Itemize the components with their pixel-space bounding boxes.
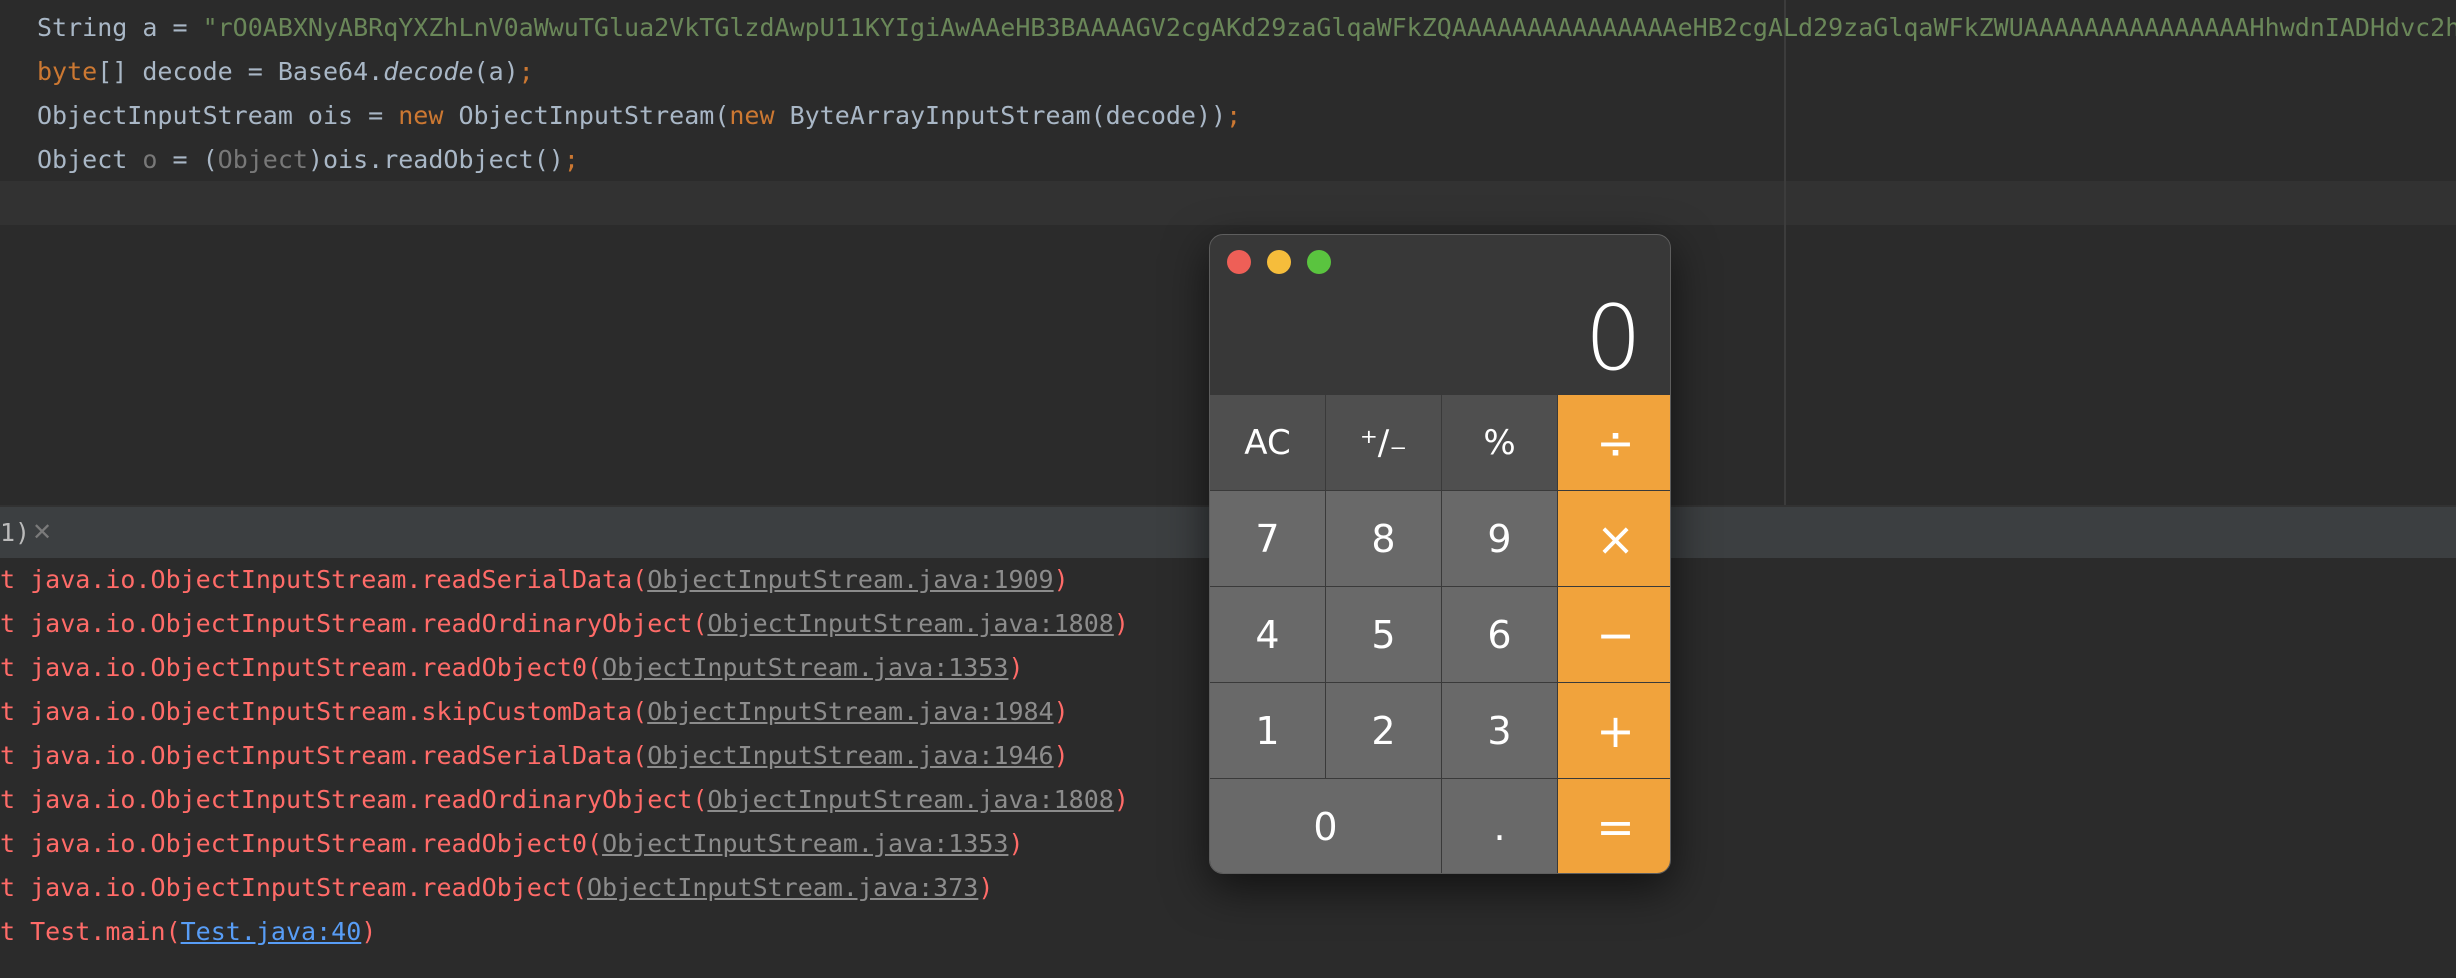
calc-key-0[interactable]: 0 [1210, 779, 1441, 873]
calc-key-ac[interactable]: AC [1210, 395, 1325, 490]
code-token: ByteArrayInputStream(decode)) [774, 101, 1227, 130]
code-token: "rO0ABXNyABRqYXZhLnV0aWwuTGlua2VkTGlzdAw… [202, 13, 2456, 42]
calc-key-5[interactable]: 5 [1326, 587, 1441, 682]
calc-key-8[interactable]: 8 [1326, 491, 1441, 586]
stack-trace-line: t java.io.ObjectInputStream.readObject(O… [0, 866, 993, 910]
stack-trace-line: t java.io.ObjectInputStream.skipCustomDa… [0, 690, 1069, 734]
stack-frame-suffix: ) [1008, 653, 1024, 682]
screen: String a = "rO0ABXNyABRqYXZhLnV0aWwuTGlu… [0, 0, 2456, 978]
stack-trace-line: t java.io.ObjectInputStream.readObject0(… [0, 822, 1024, 866]
calc-key-4[interactable]: 4 [1210, 587, 1325, 682]
source-link[interactable]: ObjectInputStream.java:1984 [647, 697, 1053, 726]
source-link[interactable]: ObjectInputStream.java:1808 [707, 785, 1113, 814]
code-token: String a = [37, 13, 203, 42]
calc-key-subtract[interactable]: − [1558, 587, 1670, 682]
calc-key-divide[interactable]: ÷ [1558, 395, 1670, 490]
code-token: decode [383, 57, 474, 86]
close-window-icon[interactable] [1227, 250, 1251, 274]
code-token: [] decode = Base64. [97, 57, 384, 86]
code-line[interactable]: byte[] decode = Base64.decode(a); [37, 50, 534, 94]
calculator-keypad: AC ⁺∕₋% ÷ 7 8 9 × 4 5 6− 1 2 3 +0. = [1210, 395, 1670, 873]
code-token: Object [217, 145, 308, 174]
stack-trace-line: t java.io.ObjectInputStream.readObject0(… [0, 646, 1024, 690]
stack-trace-line: t java.io.ObjectInputStream.readOrdinary… [0, 778, 1129, 822]
code-token: ObjectInputStream( [443, 101, 730, 130]
stack-frame-text: t Test.main( [0, 917, 181, 946]
calc-key-add[interactable]: + [1558, 683, 1670, 778]
stack-frame-suffix: ) [1053, 565, 1069, 594]
calc-key-percent[interactable]: % [1442, 395, 1557, 490]
source-link[interactable]: ObjectInputStream.java:1808 [707, 609, 1113, 638]
stack-frame-suffix: ) [978, 873, 994, 902]
stack-trace-line: t java.io.ObjectInputStream.readSerialDa… [0, 558, 1069, 602]
calc-key-equals[interactable]: = [1558, 779, 1670, 873]
stack-frame-text: t java.io.ObjectInputStream.readObject0( [0, 653, 603, 682]
stack-frame-suffix: ) [1008, 829, 1024, 858]
code-token: Object [37, 145, 143, 174]
calc-key-sign[interactable]: ⁺∕₋ [1326, 395, 1441, 490]
caret-line-highlight [0, 181, 2456, 225]
code-token: ObjectInputStream ois = [37, 101, 399, 130]
source-link[interactable]: ObjectInputStream.java:1909 [647, 565, 1053, 594]
calculator-window[interactable]: 0 AC ⁺∕₋% ÷ 7 8 9 × 4 5 6− 1 2 3 +0. = [1209, 234, 1671, 874]
calc-key-3[interactable]: 3 [1442, 683, 1557, 778]
stack-frame-suffix: ) [1053, 697, 1069, 726]
right-margin-guide [1784, 0, 1786, 505]
code-token: )ois.readObject() [307, 145, 564, 174]
calc-key-6[interactable]: 6 [1442, 587, 1557, 682]
stack-frame-suffix: ) [1113, 785, 1129, 814]
code-token: = ( [157, 145, 218, 174]
calc-key-2[interactable]: 2 [1326, 683, 1441, 778]
stack-frame-suffix: ) [1053, 741, 1069, 770]
minimize-window-icon[interactable] [1267, 250, 1291, 274]
stack-frame-text: t java.io.ObjectInputStream.readSerialDa… [0, 565, 648, 594]
code-token: ; [563, 145, 579, 174]
code-line[interactable]: Object o = (Object)ois.readObject(); [37, 138, 579, 182]
calc-key-multiply[interactable]: × [1558, 491, 1670, 586]
stack-frame-text: t java.io.ObjectInputStream.skipCustomDa… [0, 697, 648, 726]
calc-key-decimal[interactable]: . [1442, 779, 1557, 873]
code-token: new [729, 101, 775, 130]
stack-frame-text: t java.io.ObjectInputStream.readObject0( [0, 829, 603, 858]
stack-frame-text: t java.io.ObjectInputStream.readOrdinary… [0, 609, 708, 638]
stack-frame-text: t java.io.ObjectInputStream.readOrdinary… [0, 785, 708, 814]
stack-trace-line: t java.io.ObjectInputStream.readSerialDa… [0, 734, 1069, 778]
source-link[interactable]: ObjectInputStream.java:1946 [647, 741, 1053, 770]
calc-key-1[interactable]: 1 [1210, 683, 1325, 778]
source-link[interactable]: ObjectInputStream.java:1353 [602, 829, 1008, 858]
source-link[interactable]: ObjectInputStream.java:1353 [602, 653, 1008, 682]
source-link[interactable]: Test.java:40 [181, 917, 362, 946]
calculator-display: 0 [1584, 286, 1642, 391]
stack-trace-line: t java.io.ObjectInputStream.readOrdinary… [0, 602, 1129, 646]
stack-frame-suffix: ) [361, 917, 377, 946]
stack-frame-text: t java.io.ObjectInputStream.readObject( [0, 873, 587, 902]
stack-frame-suffix: ) [1113, 609, 1129, 638]
code-line[interactable]: ObjectInputStream ois = new ObjectInputS… [37, 94, 1241, 138]
stack-trace-line: t Test.main(Test.java:40) [0, 910, 376, 954]
source-link[interactable]: ObjectInputStream.java:373 [587, 873, 978, 902]
code-line[interactable]: String a = "rO0ABXNyABRqYXZhLnV0aWwuTGlu… [37, 6, 2456, 50]
calculator-titlebar[interactable]: 0 [1210, 235, 1670, 395]
run-tab-label[interactable]: 1) [0, 507, 30, 558]
zoom-window-icon[interactable] [1307, 250, 1331, 274]
code-token: new [398, 101, 444, 130]
code-token: ; [1226, 101, 1242, 130]
calc-key-7[interactable]: 7 [1210, 491, 1325, 586]
close-icon[interactable]: ✕ [32, 507, 52, 558]
code-token: o [142, 145, 158, 174]
calc-key-9[interactable]: 9 [1442, 491, 1557, 586]
stack-frame-text: t java.io.ObjectInputStream.readSerialDa… [0, 741, 648, 770]
code-token: ; [518, 57, 534, 86]
code-token: (a) [473, 57, 519, 86]
code-token: byte [37, 57, 98, 86]
